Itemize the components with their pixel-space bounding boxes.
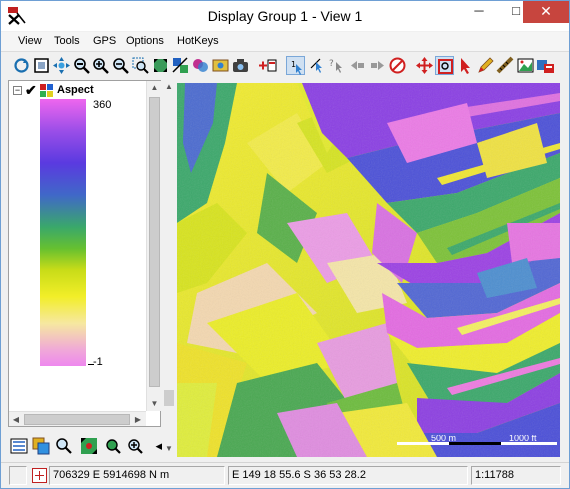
menu-options[interactable]: Options: [126, 35, 164, 47]
redraw-icon[interactable]: [12, 56, 31, 75]
map-canvas[interactable]: 500 m 1000 ft: [177, 83, 560, 457]
search-icon[interactable]: [55, 437, 73, 455]
minimize-button[interactable]: ─: [461, 1, 497, 23]
crosshair-icon[interactable]: [32, 468, 47, 483]
map-vertical-thumb[interactable]: [164, 390, 174, 406]
menu-bar: View Tools GPS Options HotKeys: [1, 32, 569, 52]
close-button[interactable]: ✕: [523, 1, 569, 23]
expand-toggle[interactable]: −: [13, 86, 22, 95]
back-icon[interactable]: [348, 56, 367, 75]
layer-manager-icon[interactable]: [32, 437, 50, 455]
ramp-min-label: -1: [93, 356, 103, 368]
ramp-min-tick: [88, 364, 94, 365]
layer-visibility-checkbox[interactable]: ✔: [25, 83, 37, 97]
scale-imperial-label: 1000 ft: [509, 435, 537, 443]
zoom-frame-icon[interactable]: [435, 56, 454, 75]
legend-panel: − ✔ Aspect 360 -1 ▲ ▼ ◀ ▶: [8, 80, 161, 427]
image-icon[interactable]: [516, 56, 535, 75]
zoom-extent-icon[interactable]: [104, 437, 122, 455]
select-mode-icon[interactable]: 1: [286, 56, 305, 75]
title-bar: Display Group 1 - View 1 ─ □ ✕: [1, 1, 569, 31]
aspect-color-ramp: [40, 99, 86, 366]
zoom-out-icon[interactable]: [111, 56, 130, 75]
grid-coordinates: 706329 E 5914698 N m: [49, 466, 225, 485]
menu-gps[interactable]: GPS: [93, 35, 116, 47]
svg-text:?: ?: [329, 59, 334, 69]
full-view-icon[interactable]: [32, 56, 51, 75]
application-window: Display Group 1 - View 1 ─ □ ✕ View Tool…: [0, 0, 570, 489]
ramp-max-label: 360: [93, 99, 112, 111]
legend-vertical-thumb[interactable]: [149, 97, 160, 387]
status-bar: 706329 E 5914698 N m E 149 18 55.6 S 36 …: [1, 462, 569, 488]
scroll-left-icon[interactable]: ◀: [9, 412, 23, 427]
zoom-in-icon[interactable]: [91, 56, 110, 75]
scale-bar: 500 m 1000 ft: [397, 435, 557, 445]
snapshot-icon[interactable]: [231, 56, 250, 75]
pointer-query-icon[interactable]: [308, 56, 327, 75]
map-scale: 1:11788: [471, 466, 561, 485]
legend-tools: ◀: [8, 435, 162, 459]
scroll-up-icon[interactable]: ▲: [147, 81, 162, 95]
svg-text:1: 1: [291, 60, 296, 69]
zoom-layer-icon[interactable]: [171, 56, 190, 75]
legend-horizontal-scrollbar[interactable]: ◀ ▶: [9, 411, 146, 426]
raster-layer-icon: [40, 84, 53, 97]
map-vertical-scrollbar[interactable]: ▲ ▼: [162, 80, 176, 456]
export-icon[interactable]: [536, 56, 555, 75]
pencil-icon[interactable]: [476, 56, 495, 75]
menu-hotkeys[interactable]: HotKeys: [177, 35, 219, 47]
zoom-to-icon[interactable]: [72, 56, 91, 75]
legend-list-icon[interactable]: [10, 437, 28, 455]
zoom-box-icon[interactable]: [131, 56, 150, 75]
geographic-coordinates: E 149 18 55.6 S 36 53 28.2: [228, 466, 468, 485]
pan-icon[interactable]: [52, 56, 71, 75]
map-scroll-down-icon[interactable]: ▼: [162, 442, 176, 456]
stop-icon[interactable]: [388, 56, 407, 75]
layer-row-aspect[interactable]: − ✔ Aspect: [11, 83, 146, 99]
main-toolbar: 1 ?: [1, 53, 569, 79]
move-icon[interactable]: [415, 56, 434, 75]
layer-name: Aspect: [57, 84, 94, 96]
scroll-right-icon[interactable]: ▶: [131, 412, 145, 427]
aspect-raster: [177, 83, 560, 457]
scroll-down-icon[interactable]: ▼: [147, 397, 162, 411]
legend-vertical-scrollbar[interactable]: ▲ ▼: [146, 81, 161, 411]
select-arrow-icon[interactable]: [456, 56, 475, 75]
scale-metric-label: 500 m: [431, 435, 456, 443]
map-frame: ▲ ▼ 500 m 1000 ft: [162, 80, 563, 462]
status-left-panel: [9, 466, 27, 485]
forward-icon[interactable]: [368, 56, 387, 75]
legend-horizontal-thumb[interactable]: [24, 414, 130, 425]
blend-icon[interactable]: [191, 56, 210, 75]
zoom-full-icon[interactable]: [151, 56, 170, 75]
help-pointer-icon[interactable]: ?: [328, 56, 347, 75]
menu-tools[interactable]: Tools: [54, 35, 80, 47]
zoom-region-icon[interactable]: [211, 56, 230, 75]
menu-view[interactable]: View: [18, 35, 42, 47]
zoom-in-icon[interactable]: [126, 437, 144, 455]
measure-icon[interactable]: [496, 56, 515, 75]
zoom-layer-icon[interactable]: [80, 437, 98, 455]
add-layer-icon[interactable]: [258, 56, 277, 75]
map-scroll-up-icon[interactable]: ▲: [162, 80, 176, 94]
